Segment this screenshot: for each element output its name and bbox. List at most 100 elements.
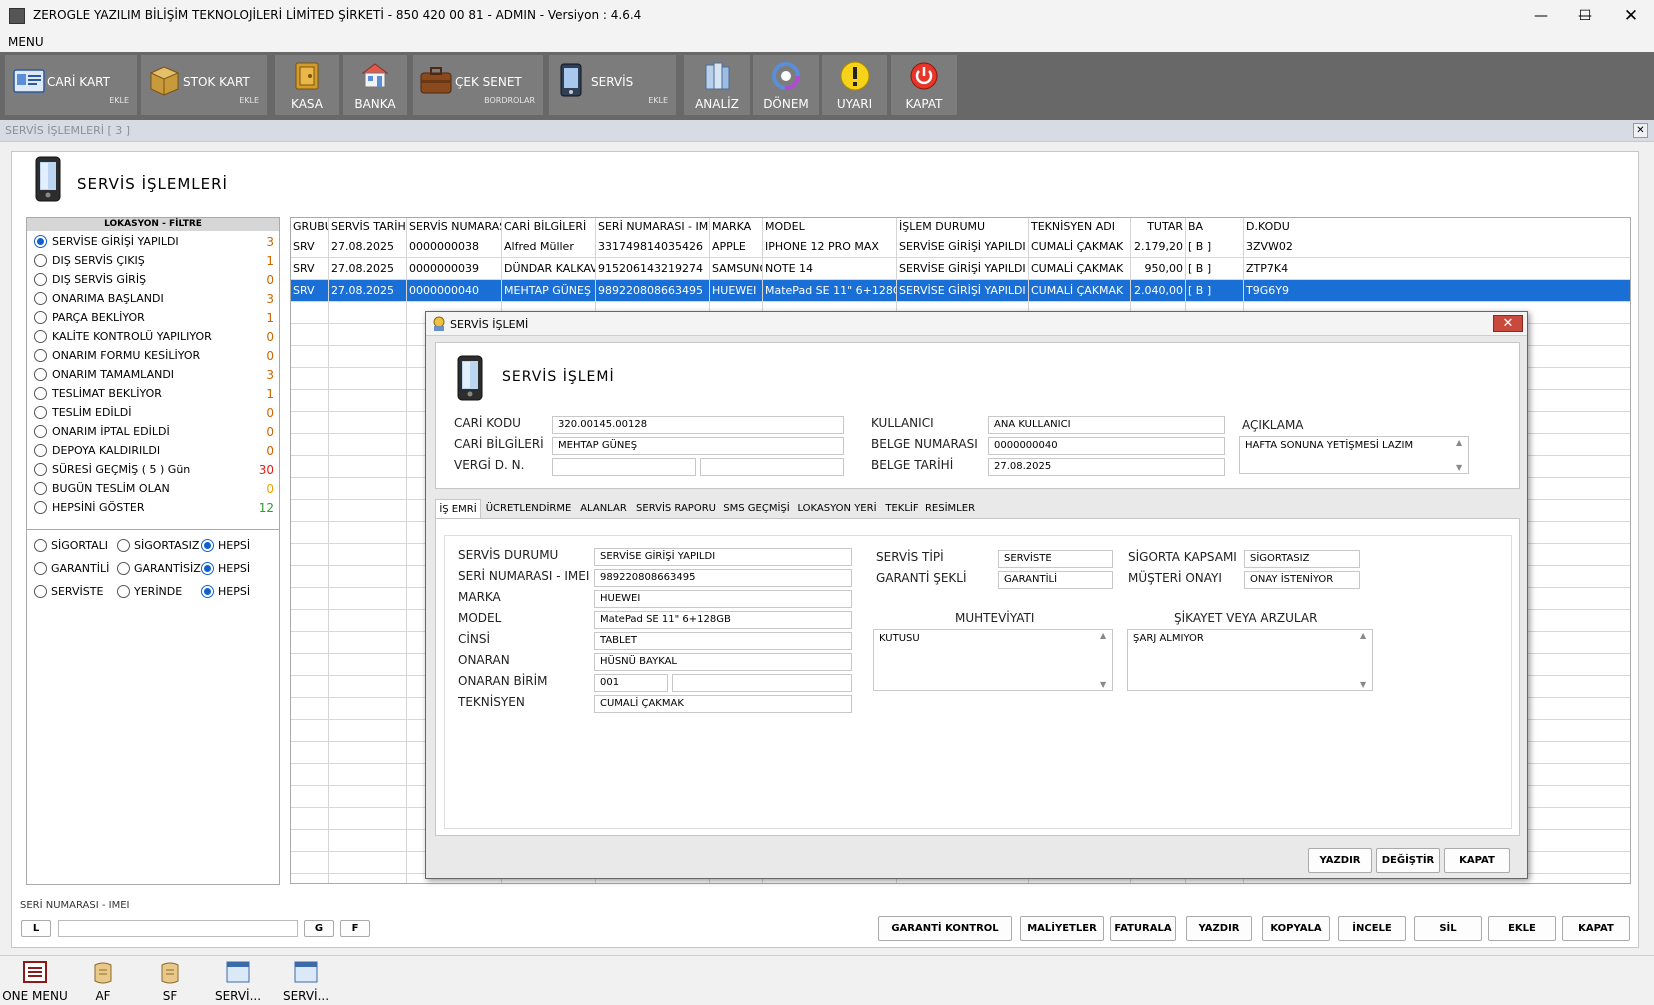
tab-6[interactable]: LOKASYON YERİ	[793, 499, 881, 519]
muhteviyat-memo[interactable]: KUTUSU ▲ ▼	[873, 629, 1113, 691]
action-button-9[interactable]: KAPAT	[1562, 916, 1630, 941]
vergi-dairesi-field[interactable]	[552, 458, 696, 476]
radio-button[interactable]	[34, 585, 47, 598]
radio-button[interactable]	[34, 235, 47, 248]
maximize-button[interactable]: ☐	[1562, 0, 1608, 32]
vergi-no-field[interactable]	[700, 458, 844, 476]
radio-button[interactable]	[117, 562, 130, 575]
filter-option[interactable]: HEPSİ	[201, 537, 281, 555]
toolbar-servis[interactable]: SERVİS EKLE	[549, 55, 676, 115]
filter-item[interactable]: BUGÜN TESLİM OLAN 0	[34, 479, 274, 498]
dialog-yazdir-button[interactable]: YAZDIR	[1308, 848, 1372, 873]
filter-option[interactable]: SERVİSTE	[34, 583, 114, 601]
tab-3[interactable]: ALANLAR	[576, 499, 631, 519]
radio-button[interactable]	[34, 311, 47, 324]
radio-button[interactable]	[34, 254, 47, 267]
filter-item[interactable]: KALİTE KONTROLÜ YAPILIYOR 0	[34, 327, 274, 346]
scrollbar[interactable]: ▲ ▼	[1099, 631, 1111, 689]
seri-field[interactable]: 989220808663495	[594, 569, 852, 587]
grid-column-header[interactable]: SERVİS TARİHİ	[329, 218, 407, 235]
toolbar-cari-kart[interactable]: CARİ KART EKLE	[5, 55, 137, 115]
radio-button[interactable]	[117, 539, 130, 552]
task-af[interactable]: AF	[70, 959, 136, 1005]
onaran-birim-name-field[interactable]	[672, 674, 852, 692]
scrollbar[interactable]: ▲ ▼	[1359, 631, 1371, 689]
grid-column-header[interactable]: SERİ NUMARASI - IMEI	[596, 218, 710, 235]
radio-button[interactable]	[201, 539, 214, 552]
filter-option[interactable]: YERİNDE	[117, 583, 197, 601]
action-button-4[interactable]: YAZDIR	[1186, 916, 1252, 941]
imei-f-button[interactable]: F	[340, 920, 370, 937]
toolbar-kasa[interactable]: KASA	[275, 55, 339, 115]
tab-7[interactable]: TEKLİF	[882, 499, 922, 519]
musteri-onay-field[interactable]: ONAY İSTENİYOR	[1244, 571, 1360, 589]
cari-kodu-field[interactable]: 320.00145.00128	[552, 416, 844, 434]
radio-button[interactable]	[34, 539, 47, 552]
toolbar-donem[interactable]: DÖNEM	[753, 55, 819, 115]
task-one-menu[interactable]: ONE MENU	[2, 959, 68, 1005]
filter-item[interactable]: TESLİM EDİLDİ 0	[34, 403, 274, 422]
filter-item[interactable]: TESLİMAT BEKLİYOR 1	[34, 384, 274, 403]
toolbar-kapat[interactable]: KAPAT	[891, 55, 957, 115]
filter-option[interactable]: GARANTİLİ	[34, 560, 114, 578]
radio-button[interactable]	[201, 585, 214, 598]
filter-item[interactable]: DIŞ SERVİS ÇIKIŞ 1	[34, 251, 274, 270]
close-child-button[interactable]: ✕	[1633, 123, 1648, 138]
filter-option[interactable]: SİGORTALI	[34, 537, 114, 555]
aciklama-memo[interactable]: HAFTA SONUNA YETİŞMESİ LAZIM ▲ ▼	[1239, 436, 1469, 474]
task-sf[interactable]: SF	[137, 959, 203, 1005]
filter-item[interactable]: ONARIM TAMAMLANDI 3	[34, 365, 274, 384]
imei-g-button[interactable]: G	[304, 920, 334, 937]
grid-column-header[interactable]: SERVİS NUMARASI	[407, 218, 502, 235]
table-row[interactable]: SRV 27.08.2025 0000000039 DÜNDAR KALKAVAN91…	[291, 258, 1630, 280]
filter-item[interactable]: SERVİSE GİRİŞİ YAPILDI 3	[34, 232, 274, 251]
radio-button[interactable]	[34, 292, 47, 305]
action-button-8[interactable]: EKLE	[1488, 916, 1556, 941]
belge-tarihi-field[interactable]: 27.08.2025	[988, 458, 1225, 476]
radio-button[interactable]	[34, 501, 47, 514]
radio-button[interactable]	[34, 562, 47, 575]
close-window-button[interactable]: ✕	[1608, 0, 1654, 32]
cinsi-field[interactable]: TABLET	[594, 632, 852, 650]
action-button-2[interactable]: MALİYETLER	[1020, 916, 1104, 941]
task-servis-1[interactable]: SERVİ...	[205, 959, 271, 1005]
toolbar-uyari[interactable]: UYARI	[822, 55, 887, 115]
action-button-3[interactable]: FATURALA	[1110, 916, 1176, 941]
grid-column-header[interactable]: MODEL	[763, 218, 897, 235]
tab-8[interactable]: RESİMLER	[923, 499, 977, 519]
imei-input[interactable]	[58, 920, 298, 937]
cari-bilgileri-field[interactable]: MEHTAP GÜNEŞ	[552, 437, 844, 455]
onaran-birim-code-field[interactable]: 001	[594, 674, 668, 692]
radio-button[interactable]	[34, 368, 47, 381]
tab-5[interactable]: SMS GEÇMİŞİ	[721, 499, 792, 519]
filter-item[interactable]: DIŞ SERVİS GİRİŞ 0	[34, 270, 274, 289]
toolbar-cek-senet[interactable]: ÇEK SENET BORDROLAR	[413, 55, 543, 115]
menu-item[interactable]: MENU	[8, 35, 44, 49]
radio-button[interactable]	[117, 585, 130, 598]
teknisyen-field[interactable]: CUMALİ ÇAKMAK	[594, 695, 852, 713]
grid-column-header[interactable]: İŞLEM DURUMU	[897, 218, 1029, 235]
radio-button[interactable]	[34, 406, 47, 419]
marka-field[interactable]: HUEWEI	[594, 590, 852, 608]
radio-button[interactable]	[34, 463, 47, 476]
dialog-kapat-button[interactable]: KAPAT	[1444, 848, 1510, 873]
imei-l-button[interactable]: L	[21, 920, 51, 937]
radio-button[interactable]	[34, 482, 47, 495]
task-servis-2[interactable]: SERVİ...	[273, 959, 339, 1005]
radio-button[interactable]	[34, 273, 47, 286]
scrollbar[interactable]: ▲ ▼	[1455, 438, 1467, 472]
model-field[interactable]: MatePad SE 11" 6+128GB	[594, 611, 852, 629]
grid-column-header[interactable]: D.KODU	[1244, 218, 1334, 235]
tab-4[interactable]: SERVİS RAPORU	[632, 499, 720, 519]
servis-durumu-field[interactable]: SERVİSE GİRİŞİ YAPILDI	[594, 548, 852, 566]
belge-no-field[interactable]: 0000000040	[988, 437, 1225, 455]
sigorta-field[interactable]: SİGORTASIZ	[1244, 550, 1360, 568]
filter-item[interactable]: SÜRESİ GEÇMİŞ ( 5 ) Gün 30	[34, 460, 274, 479]
tab-1[interactable]: İŞ EMRİ	[435, 499, 481, 519]
radio-button[interactable]	[34, 349, 47, 362]
dialog-close-button[interactable]: ✕	[1493, 315, 1523, 332]
grid-column-header[interactable]: CARİ BİLGİLERİ	[502, 218, 596, 235]
toolbar-stok-kart[interactable]: STOK KART EKLE	[141, 55, 267, 115]
onaran-field[interactable]: HÜSNÜ BAYKAL	[594, 653, 852, 671]
radio-button[interactable]	[34, 330, 47, 343]
